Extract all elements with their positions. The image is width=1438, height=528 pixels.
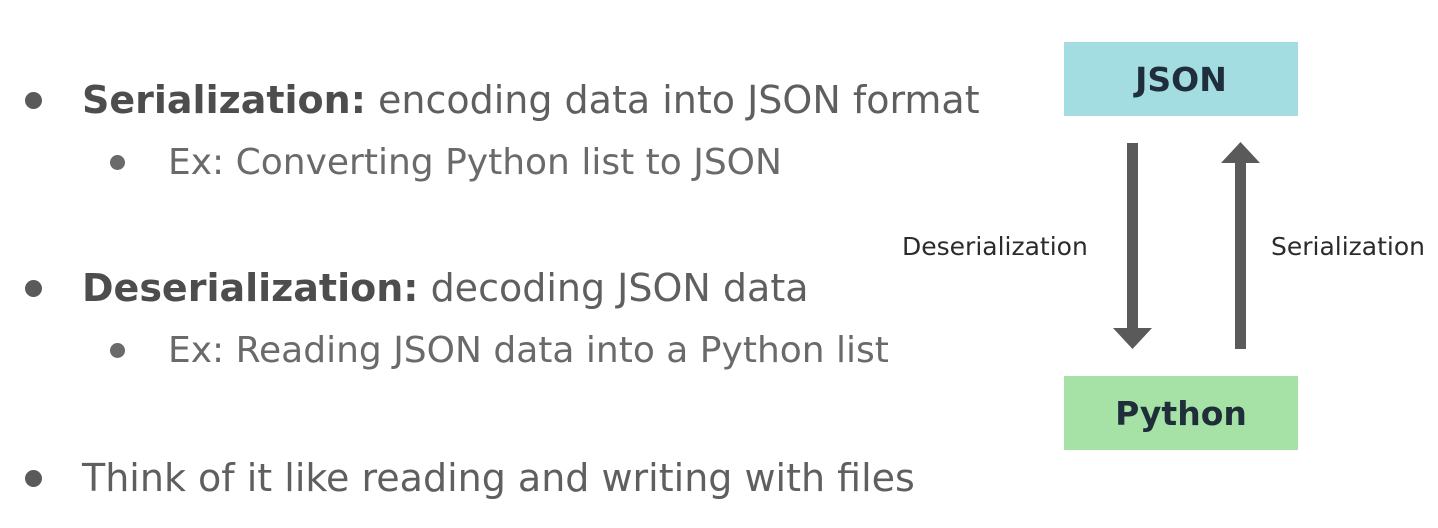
up-arrow-icon xyxy=(1221,142,1260,349)
serialization-label: Serialization xyxy=(1271,232,1426,261)
deserialization-label: Deserialization xyxy=(902,232,1088,261)
arrows xyxy=(1113,142,1260,349)
slide: Serialization: encoding data into JSON f… xyxy=(0,0,1438,528)
down-arrow-icon xyxy=(1113,143,1152,349)
